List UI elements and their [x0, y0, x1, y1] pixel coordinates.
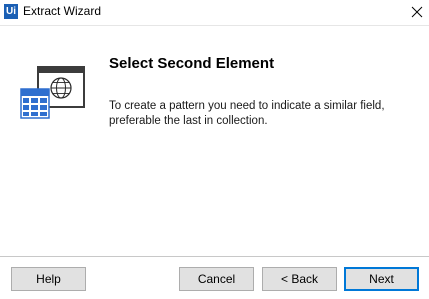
window-title: Extract Wizard — [23, 4, 102, 18]
cancel-button[interactable]: Cancel — [179, 267, 254, 291]
app-logo-icon: Ui — [4, 4, 18, 19]
title-bar: Ui Extract Wizard — [0, 0, 429, 24]
help-button[interactable]: Help — [11, 267, 86, 291]
extract-table-globe-icon — [20, 66, 85, 119]
back-button[interactable]: < Back — [262, 267, 337, 291]
instruction-text: To create a pattern you need to indicate… — [109, 100, 385, 127]
page-title: Select Second Element — [109, 55, 275, 72]
close-icon[interactable] — [405, 0, 429, 24]
footer-divider — [0, 256, 429, 257]
title-divider — [0, 25, 429, 26]
next-button[interactable]: Next — [344, 267, 419, 291]
